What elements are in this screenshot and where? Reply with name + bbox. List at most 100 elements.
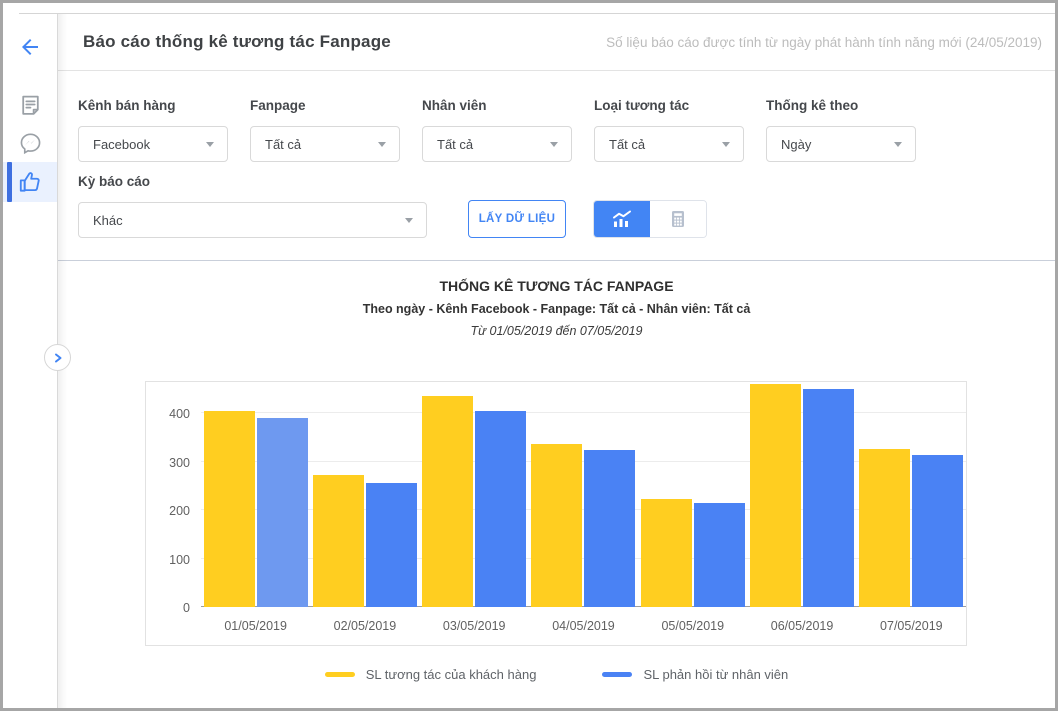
chevron-down-icon [378,142,386,147]
back-button[interactable] [3,34,57,60]
select-value: Ngày [781,137,811,152]
filter-interaction-type: Loại tương tác Tất cả [594,98,744,162]
document-icon [18,93,43,118]
bar-series-0 [313,475,364,607]
filter-label: Kỳ báo cáo [78,174,427,189]
header-note: Số liệu báo cáo được tính từ ngày phát h… [606,35,1042,50]
chart-legend: SL tương tác của khách hàng SL phản hồi … [58,667,1055,682]
bar-series-0 [859,449,910,607]
sidebar-expand-button[interactable] [44,344,71,371]
select-value: Tất cả [265,137,301,152]
report-period-select[interactable]: Khác [78,202,427,238]
active-indicator [7,162,12,202]
bar-series-1 [912,455,963,607]
bar-series-1 [366,483,417,607]
bar-series-0 [641,499,692,607]
bar-series-1 [694,503,745,607]
chevron-down-icon [894,142,902,147]
page-title: Báo cáo thống kê tương tác Fanpage [83,32,391,52]
y-tick-label: 100 [146,553,190,567]
bar-chart: 0 100 200 300 400 01/05/201902/05/201903/05/2… [145,381,967,646]
legend-item-customers: SL tương tác của khách hàng [325,667,537,682]
x-tick-label: 01/05/2019 [201,607,310,645]
filter-label: Loại tương tác [594,98,744,113]
y-tick-label: 0 [146,601,190,615]
bar-group: 06/05/2019 [747,382,856,645]
filter-label: Fanpage [250,98,400,113]
chart-period: Từ 01/05/2019 đến 07/05/2019 [58,324,1055,338]
bar-group: 02/05/2019 [310,382,419,645]
chart-section: THỐNG KÊ TƯƠNG TÁC FANPAGE Theo ngày - K… [58,261,1055,708]
legend-label: SL tương tác của khách hàng [366,667,537,682]
x-tick-label: 03/05/2019 [420,607,529,645]
chevron-down-icon [722,142,730,147]
sidebar-item-report-notes[interactable] [3,86,57,124]
chevron-down-icon [405,218,413,223]
arrow-left-icon [18,35,42,59]
table-icon [666,207,690,231]
bar-pair [857,449,966,607]
y-tick-label: 400 [146,407,190,421]
chevron-right-icon [52,352,64,364]
bar-series-1 [257,418,308,607]
chevron-down-icon [550,142,558,147]
channel-select[interactable]: Facebook [78,126,228,162]
chart-view-button[interactable] [594,201,650,237]
bar-group: 01/05/2019 [201,382,310,645]
main-area: Báo cáo thống kê tương tác Fanpage Số li… [58,14,1055,708]
bar-pair [420,396,529,607]
bar-group: 03/05/2019 [420,382,529,645]
legend-label: SL phản hồi từ nhân viên [643,667,788,682]
x-tick-label: 04/05/2019 [529,607,638,645]
bar-pair [201,411,310,607]
select-value: Khác [93,213,123,228]
bar-series-0 [422,396,473,607]
get-data-button[interactable]: LẤY DỮ LIỆU [468,200,566,238]
filter-row-1: Kênh bán hàng Facebook Fanpage Tất cả Nh… [78,98,1055,162]
app-window: Báo cáo thống kê tương tác Fanpage Số li… [0,0,1058,711]
x-tick-label: 06/05/2019 [747,607,856,645]
bar-series-0 [750,384,801,607]
legend-swatch-blue [602,672,632,677]
filter-staff: Nhân viên Tất cả [422,98,572,162]
bar-group: 04/05/2019 [529,382,638,645]
filter-fanpage: Fanpage Tất cả [250,98,400,162]
bar-chart-icon [610,207,634,231]
x-tick-label: 02/05/2019 [310,607,419,645]
legend-item-staff: SL phản hồi từ nhân viên [602,667,788,682]
statistic-by-select[interactable]: Ngày [766,126,916,162]
y-tick-label: 300 [146,456,190,470]
messenger-icon [18,131,43,156]
chart-title: THỐNG KÊ TƯƠNG TÁC FANPAGE [58,278,1055,294]
table-view-button[interactable] [650,201,706,237]
filters-panel: Kênh bán hàng Facebook Fanpage Tất cả Nh… [58,71,1055,261]
chevron-down-icon [206,142,214,147]
filter-statistic-by: Thống kê theo Ngày [766,98,916,162]
bar-pair [529,444,638,607]
select-value: Tất cả [609,137,645,152]
bar-pair [310,475,419,607]
bar-group: 07/05/2019 [857,382,966,645]
select-value: Facebook [93,137,150,152]
sidebar-item-messenger[interactable] [3,124,57,162]
bar-pair [638,499,747,607]
sidebar-item-fanpage-interactions[interactable] [3,162,57,202]
bar-series-0 [531,444,582,607]
thumbs-up-icon [17,169,43,195]
filter-report-period: Kỳ báo cáo Khác [78,174,427,238]
y-tick-label: 200 [146,504,190,518]
x-tick-label: 07/05/2019 [857,607,966,645]
view-toggle [593,200,707,238]
bar-series-0 [204,411,255,607]
staff-select[interactable]: Tất cả [422,126,572,162]
plot-area: 01/05/201902/05/201903/05/201904/05/2019… [201,382,966,645]
interaction-type-select[interactable]: Tất cả [594,126,744,162]
page-header: Báo cáo thống kê tương tác Fanpage Số li… [58,14,1055,71]
bar-pair [747,384,856,607]
bar-group: 05/05/2019 [638,382,747,645]
legend-swatch-yellow [325,672,355,677]
filter-label: Thống kê theo [766,98,916,113]
bar-series-1 [475,411,526,607]
chart-subtitle: Theo ngày - Kênh Facebook - Fanpage: Tất… [58,302,1055,316]
fanpage-select[interactable]: Tất cả [250,126,400,162]
